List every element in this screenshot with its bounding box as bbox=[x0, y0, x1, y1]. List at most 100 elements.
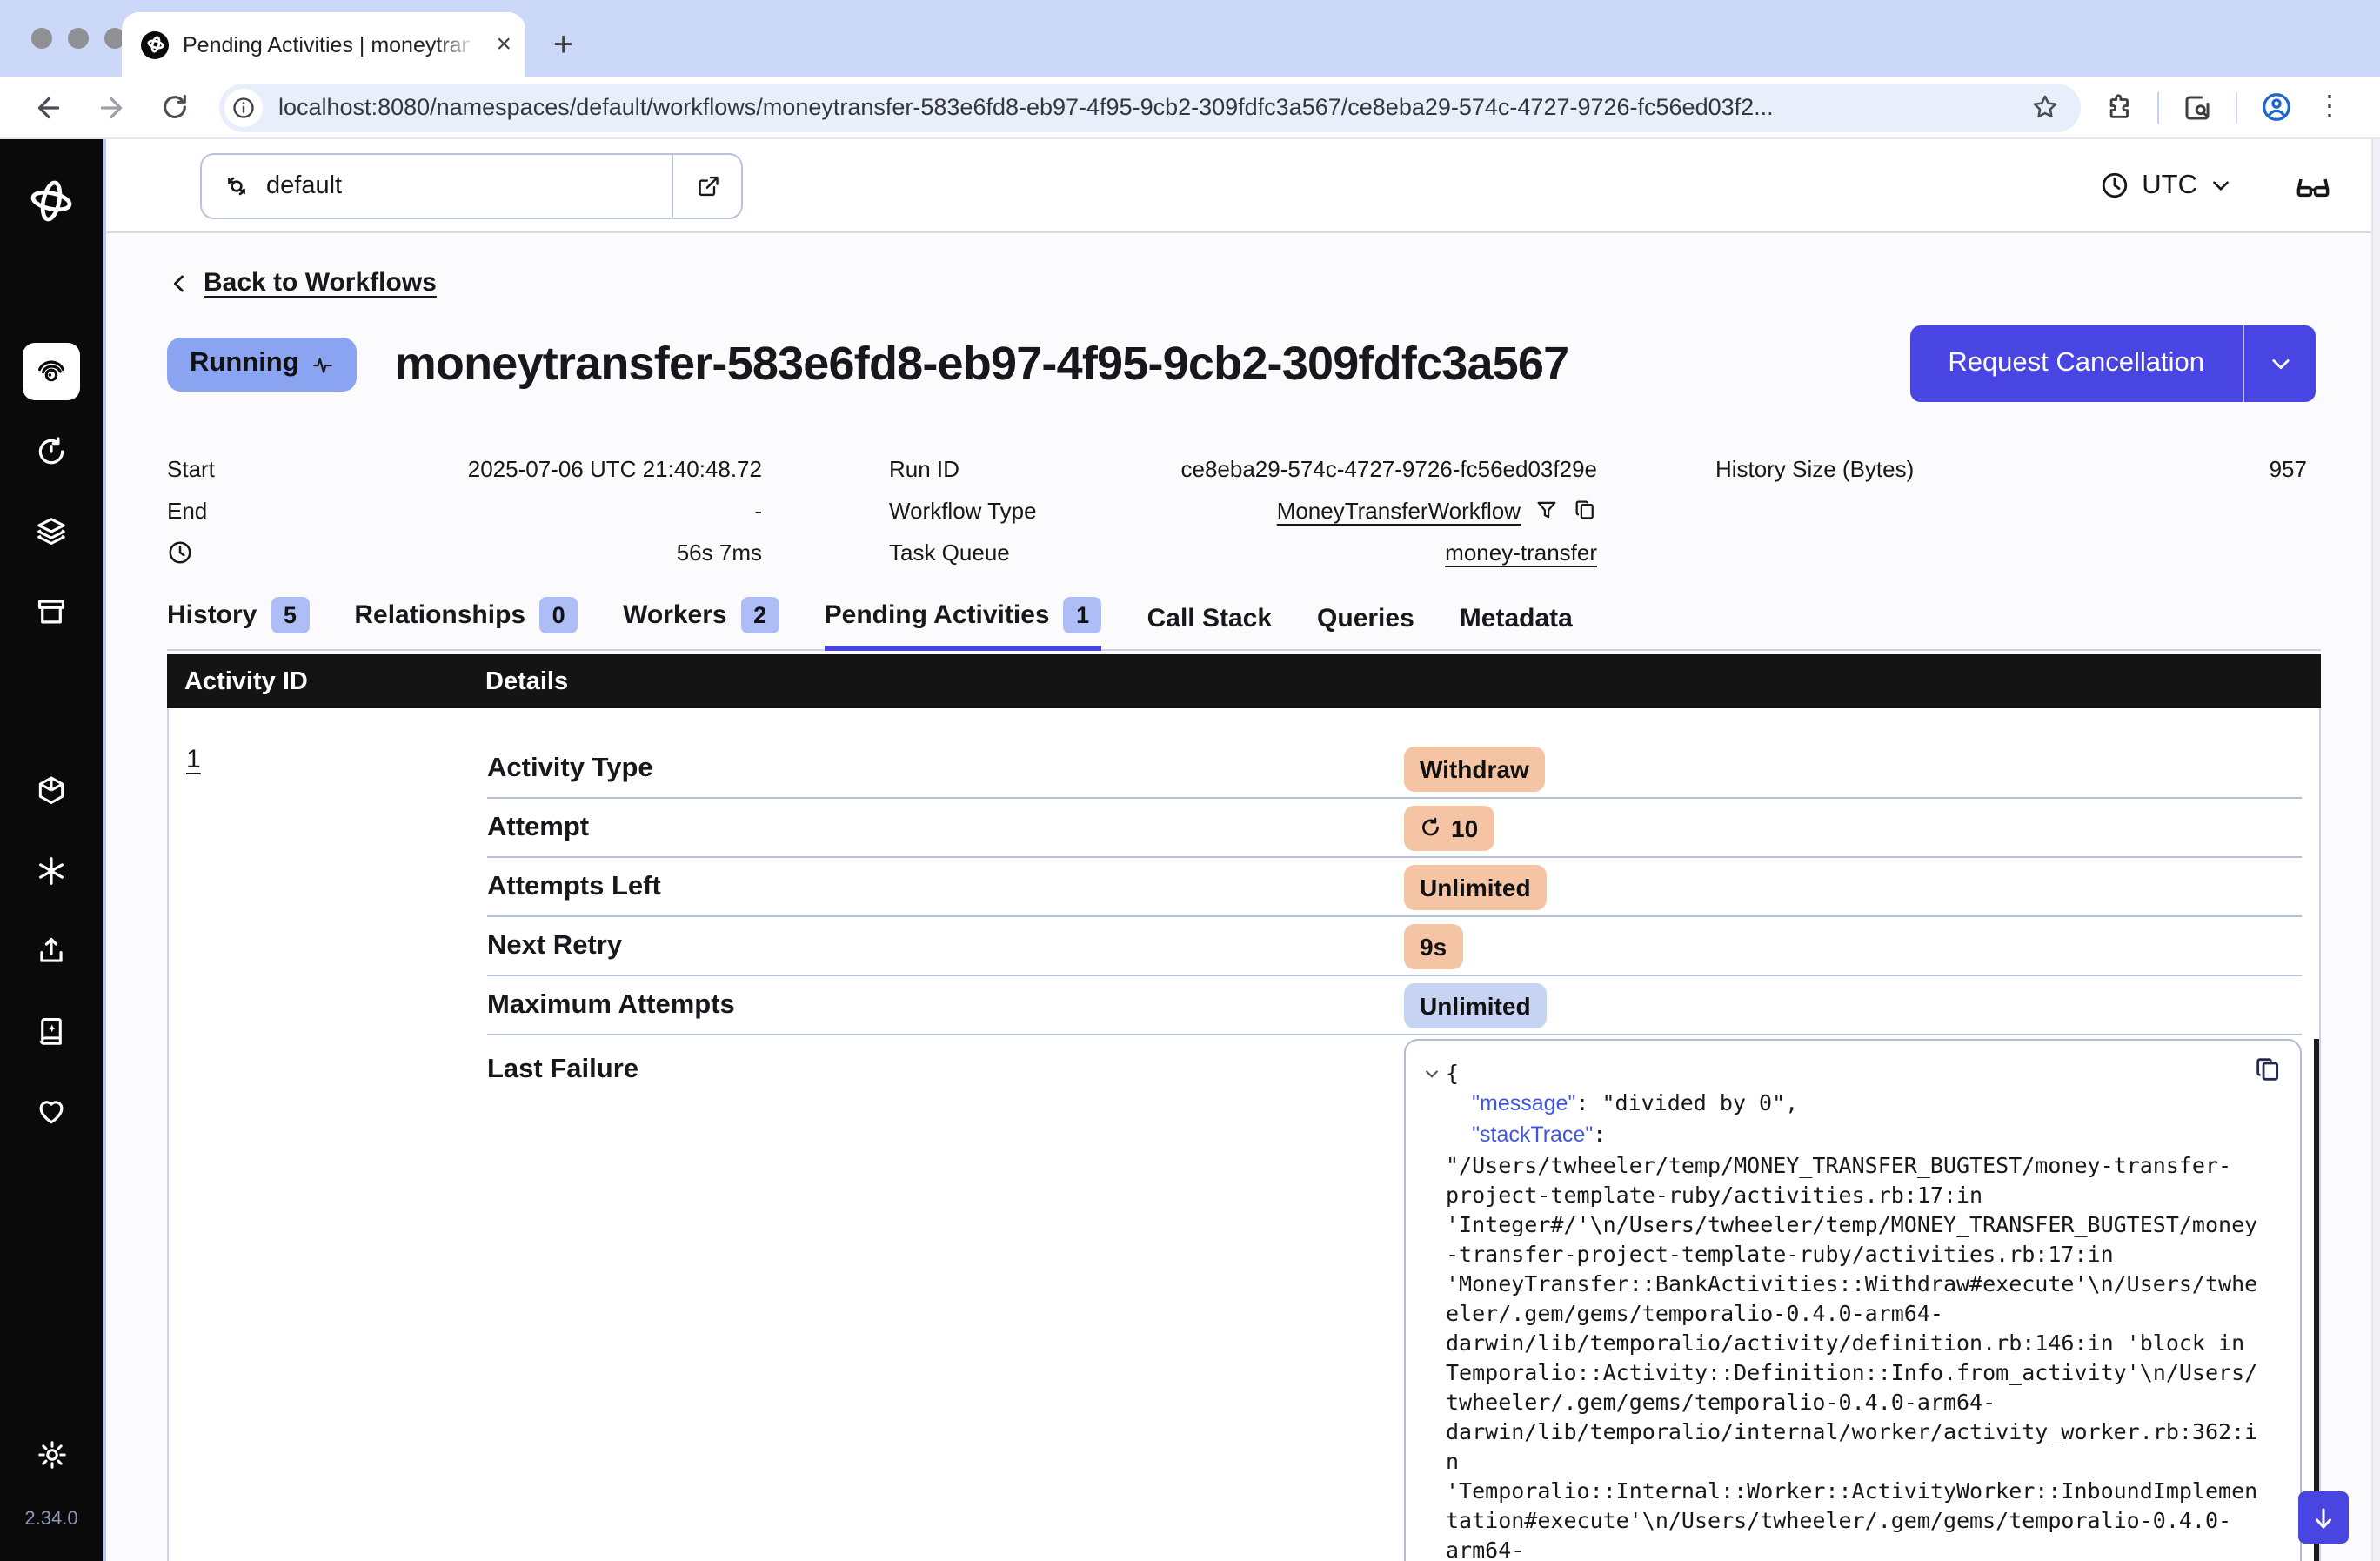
window-close-button[interactable] bbox=[31, 28, 52, 49]
meta-value-duration: 56s 7ms bbox=[677, 539, 762, 565]
tab-metadata[interactable]: Metadata bbox=[1460, 604, 1573, 651]
detail-row-attempts-left: Attempts LeftUnlimited bbox=[487, 858, 2302, 917]
column-header-activity-id: Activity ID bbox=[184, 667, 485, 695]
tab-call-stack[interactable]: Call Stack bbox=[1147, 604, 1272, 651]
detail-value-badge: Unlimited bbox=[1404, 982, 1547, 1028]
namespace-topbar: default UTC bbox=[106, 139, 2380, 233]
workflow-status-badge: Running bbox=[167, 337, 357, 391]
tab-count-badge: 5 bbox=[271, 597, 309, 633]
copy-icon[interactable] bbox=[1573, 498, 1597, 522]
tab-count-badge: 0 bbox=[539, 597, 578, 633]
task-queue-link[interactable]: money-transfer bbox=[1445, 539, 1597, 565]
meta-value-end: - bbox=[754, 497, 762, 523]
detail-label: Activity Type bbox=[487, 753, 1404, 784]
back-icon[interactable] bbox=[26, 91, 71, 123]
sidebar-item-share-feedback[interactable] bbox=[23, 922, 80, 980]
copy-json-icon[interactable] bbox=[2253, 1055, 2283, 1084]
namespace-selector[interactable]: default bbox=[200, 152, 743, 218]
chevron-left-icon bbox=[167, 271, 191, 295]
browser-tabstrip: Pending Activities | moneytran × + bbox=[0, 0, 2380, 77]
window-controls[interactable] bbox=[31, 28, 125, 49]
code-scrollbar-thumb[interactable] bbox=[2314, 1039, 2319, 1561]
workflow-tabs: History5 Relationships0 Workers2 Pending Ac… bbox=[167, 597, 2321, 651]
filter-funnel-icon[interactable] bbox=[1534, 498, 1559, 522]
tab-workers[interactable]: Workers2 bbox=[623, 597, 779, 651]
stack-trace-json: { "message": "divided by 0", "stackTrace… bbox=[1446, 1058, 2257, 1561]
cancel-menu-caret[interactable] bbox=[2243, 325, 2316, 402]
app-window: Pending Activities | moneytran × + local… bbox=[0, 0, 2380, 1561]
detail-row-attempt: Attempt10 bbox=[487, 799, 2302, 858]
toolbar-right-icons: ⋮ bbox=[2105, 90, 2343, 124]
table-row: 1 Activity TypeWithdrawAttempt10Attempts… bbox=[167, 708, 2321, 1561]
scroll-to-bottom-button[interactable] bbox=[2298, 1491, 2349, 1544]
temporal-logo-icon[interactable] bbox=[28, 178, 75, 224]
theme-toggle-sun-icon[interactable] bbox=[36, 1439, 67, 1471]
sidebar-item-archive[interactable] bbox=[23, 583, 80, 640]
profile-icon[interactable] bbox=[2260, 90, 2293, 124]
detail-value-badge: Unlimited bbox=[1404, 864, 1547, 909]
page-scrollbar[interactable] bbox=[2371, 139, 2380, 1561]
workflow-detail-page: Back to Workflows Running moneytransfer-… bbox=[106, 233, 2380, 1561]
meta-value-history-size: 957 bbox=[2270, 455, 2307, 481]
heartbeat-icon bbox=[311, 352, 334, 375]
workflow-type-link[interactable]: MoneyTransferWorkflow bbox=[1277, 497, 1521, 523]
request-cancellation-button[interactable]: Request Cancellation bbox=[1909, 325, 2316, 402]
sidebar-item-nexus[interactable] bbox=[23, 842, 80, 900]
tab-search-icon[interactable] bbox=[2182, 91, 2213, 123]
detail-label: Attempts Left bbox=[487, 871, 1404, 902]
workflow-meta: Start2025-07-06 UTC 21:40:48.72 End- 56s… bbox=[167, 447, 2380, 573]
window-minimize-button[interactable] bbox=[68, 28, 89, 49]
site-info-icon[interactable] bbox=[224, 88, 263, 126]
tab-close-icon[interactable]: × bbox=[496, 31, 511, 57]
sidebar-item-docs[interactable] bbox=[23, 1002, 80, 1060]
namespace-icon bbox=[223, 171, 251, 199]
forward-icon[interactable] bbox=[89, 91, 134, 123]
namespace-name: default bbox=[266, 171, 342, 199]
last-failure-label: Last Failure bbox=[487, 1039, 1404, 1561]
tab-pending-activities[interactable]: Pending Activities1 bbox=[825, 597, 1102, 651]
pending-activities-table: Activity ID Details 1 Activity TypeWithd… bbox=[167, 654, 2321, 1561]
detail-value-badge: 10 bbox=[1404, 805, 1494, 850]
activity-id-link[interactable]: 1 bbox=[186, 745, 201, 774]
toolbar-divider bbox=[2236, 91, 2237, 123]
timezone-selector[interactable]: UTC bbox=[2100, 170, 2232, 201]
sidebar-item-namespaces[interactable] bbox=[23, 762, 80, 820]
url-text[interactable]: localhost:8080/namespaces/default/workfl… bbox=[278, 94, 2030, 120]
tab-relationships[interactable]: Relationships0 bbox=[354, 597, 578, 651]
detail-label: Maximum Attempts bbox=[487, 989, 1404, 1021]
reload-icon[interactable] bbox=[151, 92, 197, 122]
detail-row-activity-type: Activity TypeWithdraw bbox=[487, 740, 2302, 799]
ui-version-label: 2.34.0 bbox=[24, 1509, 77, 1530]
new-tab-button[interactable]: + bbox=[553, 28, 573, 63]
namespace-external-link-button[interactable] bbox=[672, 154, 741, 217]
meta-label-history-size: History Size (Bytes) bbox=[1715, 455, 1914, 481]
browser-tab[interactable]: Pending Activities | moneytran × bbox=[122, 12, 525, 77]
extensions-icon[interactable] bbox=[2105, 92, 2135, 122]
sidebar-item-deployments[interactable] bbox=[23, 503, 80, 560]
tab-history[interactable]: History5 bbox=[167, 597, 309, 651]
left-sidebar: 2.34.0 bbox=[0, 139, 106, 1561]
browser-tab-title: Pending Activities | moneytran bbox=[183, 32, 470, 57]
chevron-down-icon bbox=[2210, 174, 2232, 197]
address-bar[interactable]: localhost:8080/namespaces/default/workfl… bbox=[219, 83, 2081, 131]
sidebar-item-workflows[interactable] bbox=[23, 343, 80, 400]
sidebar-item-feedback-heart[interactable] bbox=[23, 1082, 80, 1140]
tab-count-badge: 1 bbox=[1064, 597, 1102, 633]
table-header: Activity ID Details bbox=[167, 654, 2321, 708]
clock-icon bbox=[2100, 171, 2129, 200]
browser-menu-icon[interactable]: ⋮ bbox=[2316, 93, 2343, 121]
meta-label-task-queue: Task Queue bbox=[889, 539, 1010, 565]
detail-label: Next Retry bbox=[487, 930, 1404, 961]
bookmark-star-icon[interactable] bbox=[2030, 92, 2060, 122]
last-failure-code-block[interactable]: { "message": "divided by 0", "stackTrace… bbox=[1404, 1039, 2302, 1561]
tab-queries[interactable]: Queries bbox=[1317, 604, 1414, 651]
tab-title-fade bbox=[435, 23, 477, 64]
back-to-workflows-link[interactable]: Back to Workflows bbox=[167, 268, 2380, 298]
labs-glasses-icon[interactable] bbox=[2295, 167, 2331, 204]
collapse-chevron-icon[interactable] bbox=[1416, 1058, 1446, 1561]
detail-row-next-retry: Next Retry9s bbox=[487, 917, 2302, 976]
sidebar-item-schedules[interactable] bbox=[23, 423, 80, 480]
meta-label-end: End bbox=[167, 497, 207, 523]
meta-label-run-id: Run ID bbox=[889, 455, 959, 481]
browser-toolbar: localhost:8080/namespaces/default/workfl… bbox=[0, 77, 2380, 139]
